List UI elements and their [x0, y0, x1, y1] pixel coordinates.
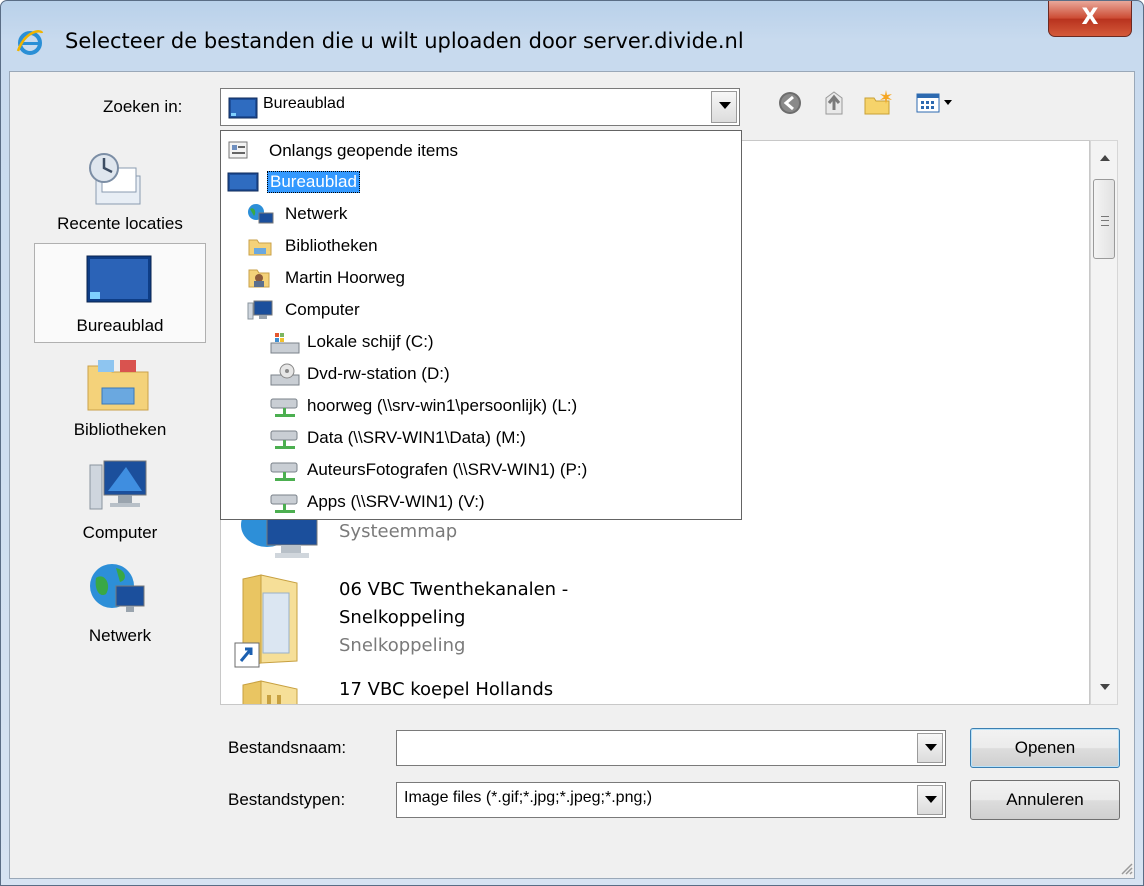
- places-bar: Recente locaties Bureaublad Bibliotheken…: [34, 140, 206, 705]
- window-title: Selecteer de bestanden die u wilt upload…: [65, 29, 744, 53]
- dropdown-item-label: Data (\\SRV-WIN1\Data) (M:): [307, 428, 526, 447]
- place-network[interactable]: Netwerk: [34, 552, 206, 652]
- view-menu-icon[interactable]: [915, 88, 963, 118]
- recent-locations-icon: [89, 153, 141, 205]
- place-label: Computer: [82, 523, 158, 542]
- recent-items-icon: [228, 141, 248, 159]
- resize-grip-icon[interactable]: [1118, 860, 1134, 876]
- open-button[interactable]: Openen: [970, 728, 1120, 768]
- place-label: Bureaublad: [76, 316, 164, 335]
- file-name: 17 VBC koepel Hollands: [339, 679, 554, 700]
- filename-label: Bestandsnaam:: [228, 738, 347, 757]
- dropdown-item-label: Netwerk: [285, 204, 348, 223]
- dropdown-item-label: Martin Hoorweg: [285, 268, 405, 287]
- dropdown-item-label: Onlangs geopende items: [269, 141, 459, 160]
- title-bar[interactable]: Selecteer de bestanden die u wilt upload…: [1, 1, 1143, 71]
- internet-explorer-icon: [16, 30, 44, 55]
- dropdown-item-label: Dvd-rw-station (D:): [307, 364, 450, 383]
- place-recent-locations[interactable]: Recente locaties: [34, 140, 206, 240]
- new-folder-icon[interactable]: [862, 88, 896, 118]
- back-icon[interactable]: [775, 88, 805, 118]
- network-icon: [248, 204, 274, 224]
- desktop-icon: [86, 255, 152, 303]
- lookin-dropdown-list: Onlangs geopende items Bureaublad Netwer…: [220, 130, 742, 520]
- filetype-select[interactable]: Image files (*.gif;*.jpg;*.jpeg;*.png;): [396, 782, 946, 818]
- file-type: Systeemmap: [339, 521, 458, 542]
- place-label: Bibliotheken: [73, 420, 167, 439]
- folder-shortcut-icon: [234, 574, 298, 668]
- network-drive-icon: [270, 494, 298, 513]
- list-item[interactable]: 06 VBC Twenthekanalen - Snelkoppeling Sn…: [221, 569, 1081, 673]
- up-folder-icon[interactable]: [820, 88, 850, 118]
- cancel-button[interactable]: Annuleren: [970, 780, 1120, 820]
- computer-icon: [247, 300, 273, 320]
- computer-icon: [241, 515, 318, 558]
- place-libraries[interactable]: Bibliotheken: [34, 346, 206, 446]
- libraries-icon: [248, 239, 272, 256]
- folder-icon: [242, 680, 298, 704]
- user-folder-icon: [248, 269, 270, 288]
- filetype-label: Bestandstypen:: [228, 790, 346, 809]
- file-name: 06 VBC Twenthekanalen -: [339, 579, 569, 600]
- dropdown-item-label: AuteursFotografen (\\SRV-WIN1) (P:): [307, 460, 588, 479]
- filetype-dropdown-arrow[interactable]: [917, 785, 943, 815]
- dropdown-item-label: Bibliotheken: [285, 236, 378, 255]
- dropdown-item-label: Computer: [285, 300, 360, 319]
- local-disk-icon: [270, 333, 300, 354]
- lookin-combobox[interactable]: Bureaublad: [220, 88, 740, 126]
- libraries-icon: [87, 360, 149, 411]
- list-item[interactable]: 17 VBC koepel Hollands: [221, 673, 1081, 704]
- file-list-scrollbar[interactable]: [1090, 140, 1118, 705]
- network-icon: [90, 564, 145, 612]
- file-type: Snelkoppeling: [339, 635, 466, 656]
- lookin-dropdown-arrow[interactable]: [711, 91, 737, 123]
- scroll-up-arrow[interactable]: [1100, 155, 1110, 161]
- lookin-value: Bureaublad: [263, 95, 345, 112]
- scroll-down-arrow[interactable]: [1100, 684, 1110, 690]
- dropdown-item-label: Apps (\\SRV-WIN1) (V:): [307, 492, 485, 511]
- dropdown-item-label: Lokale schijf (C:): [307, 332, 434, 351]
- network-drive-icon: [270, 398, 298, 417]
- desktop-icon: [228, 97, 258, 119]
- lookin-label: Zoeken in:: [103, 97, 183, 116]
- close-button[interactable]: X: [1048, 1, 1132, 37]
- dropdown-item-label: hoorweg (\\srv-win1\persoonlijk) (L:): [307, 396, 578, 415]
- network-drive-icon: [270, 430, 298, 449]
- network-drive-icon: [270, 462, 298, 481]
- filename-dropdown-arrow[interactable]: [917, 733, 943, 763]
- place-label: Recente locaties: [57, 214, 183, 233]
- computer-icon: [89, 460, 147, 510]
- scroll-thumb[interactable]: [1093, 179, 1115, 259]
- place-label: Netwerk: [88, 626, 152, 645]
- dropdown-item-label: Bureaublad: [267, 171, 360, 193]
- filename-input[interactable]: [396, 730, 946, 766]
- desktop-icon: [227, 172, 259, 192]
- place-desktop[interactable]: Bureaublad: [34, 243, 206, 343]
- place-computer[interactable]: Computer: [34, 449, 206, 549]
- filetype-value: Image files (*.gif;*.jpg;*.jpeg;*.png;): [404, 789, 653, 806]
- dvd-drive-icon: [270, 363, 300, 386]
- file-name: Snelkoppeling: [339, 607, 466, 628]
